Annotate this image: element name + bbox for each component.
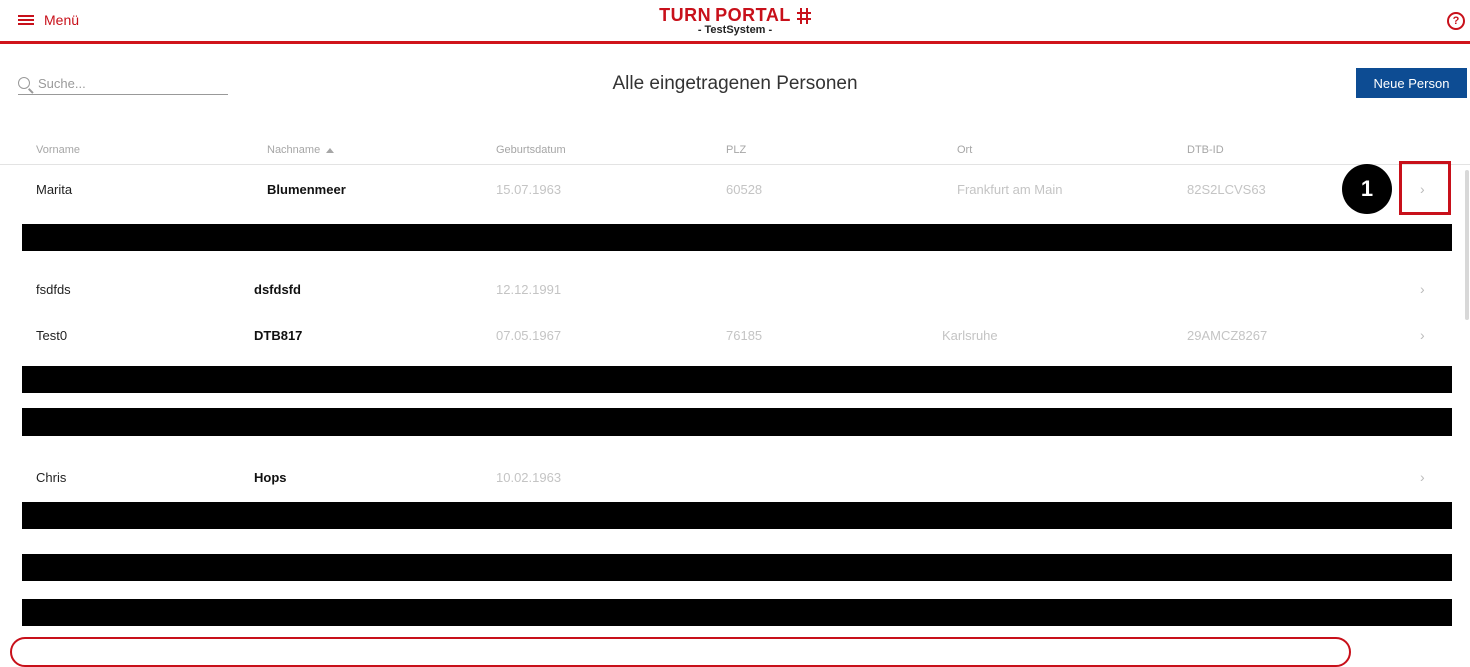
- table-row[interactable]: Test0 DTB817 07.05.1967 76185 Karlsruhe …: [0, 316, 1470, 356]
- cell-geburtsdatum: 07.05.1967: [496, 328, 562, 343]
- cell-nachname: DTB817: [254, 328, 303, 343]
- cell-geburtsdatum: 15.07.1963: [496, 182, 562, 197]
- column-header-plz[interactable]: PLZ: [726, 144, 746, 156]
- column-header-nachname[interactable]: Nachname: [267, 144, 335, 156]
- cell-dtb-id: 29AMCZ8267: [1187, 328, 1268, 343]
- scrollbar[interactable]: [1465, 170, 1469, 320]
- cell-nachname: Hops: [254, 470, 287, 485]
- cell-ort: Karlsruhe: [942, 328, 998, 343]
- new-person-button[interactable]: Neue Person: [1356, 68, 1467, 98]
- brand-text-portal: PORTAL: [715, 5, 791, 25]
- chevron-right-icon[interactable]: ›: [1420, 469, 1425, 485]
- redaction-bar: [22, 408, 1452, 436]
- cell-dtb-id: 82S2LCVS63: [1187, 182, 1266, 197]
- table-row[interactable]: fsdfds dsfdsfd 12.12.1991 ›: [0, 270, 1470, 310]
- sort-ascending-icon: [326, 147, 335, 153]
- brand-subtitle: - TestSystem -: [697, 24, 773, 36]
- brand-cross-icon: [796, 7, 811, 24]
- cell-plz: 76185: [726, 328, 763, 343]
- redaction-bar: [22, 366, 1452, 393]
- top-bar: Menü TURN PORTAL - TestSystem - ?: [0, 0, 1470, 44]
- cell-geburtsdatum: 10.02.1963: [496, 470, 562, 485]
- brand-logo: TURN PORTAL - TestSystem -: [0, 5, 1470, 36]
- cell-vorname: fsdfds: [36, 282, 71, 297]
- column-header-nachname-label: Nachname: [267, 144, 321, 156]
- redaction-bar: [22, 224, 1452, 251]
- redaction-bar: [22, 502, 1452, 529]
- redaction-bar: [22, 554, 1452, 581]
- table-header: Vorname Nachname Geburtsdatum PLZ Ort DT…: [0, 140, 1470, 165]
- cell-nachname: Blumenmeer: [267, 182, 346, 197]
- cell-geburtsdatum: 12.12.1991: [496, 282, 562, 297]
- cell-vorname: Chris: [36, 470, 67, 485]
- cell-vorname: Marita: [36, 182, 73, 197]
- annotation-highlight-box: [1399, 161, 1451, 215]
- cell-plz: 60528: [726, 182, 763, 197]
- brand-text-turn: TURN: [659, 5, 712, 25]
- column-header-geburtsdatum[interactable]: Geburtsdatum: [496, 144, 566, 156]
- cell-nachname: dsfdsfd: [254, 282, 301, 297]
- cell-ort: Frankfurt am Main: [957, 182, 1063, 197]
- table-row[interactable]: Chris Hops 10.02.1963 ›: [0, 458, 1470, 498]
- redaction-bar: [22, 599, 1452, 626]
- table-row[interactable]: Marita Blumenmeer 15.07.1963 60528 Frank…: [0, 170, 1470, 210]
- page-title: Alle eingetragenen Personen: [612, 73, 858, 94]
- column-header-vorname[interactable]: Vorname: [36, 144, 80, 156]
- help-icon[interactable]: ?: [1447, 12, 1465, 30]
- chevron-right-icon[interactable]: ›: [1420, 327, 1425, 343]
- bottom-panel: [10, 637, 1351, 667]
- chevron-right-icon[interactable]: ›: [1420, 281, 1425, 297]
- column-header-dtb-id[interactable]: DTB-ID: [1187, 144, 1224, 156]
- column-header-ort[interactable]: Ort: [957, 144, 972, 156]
- annotation-step-badge: 1: [1342, 164, 1392, 214]
- cell-vorname: Test0: [36, 328, 68, 343]
